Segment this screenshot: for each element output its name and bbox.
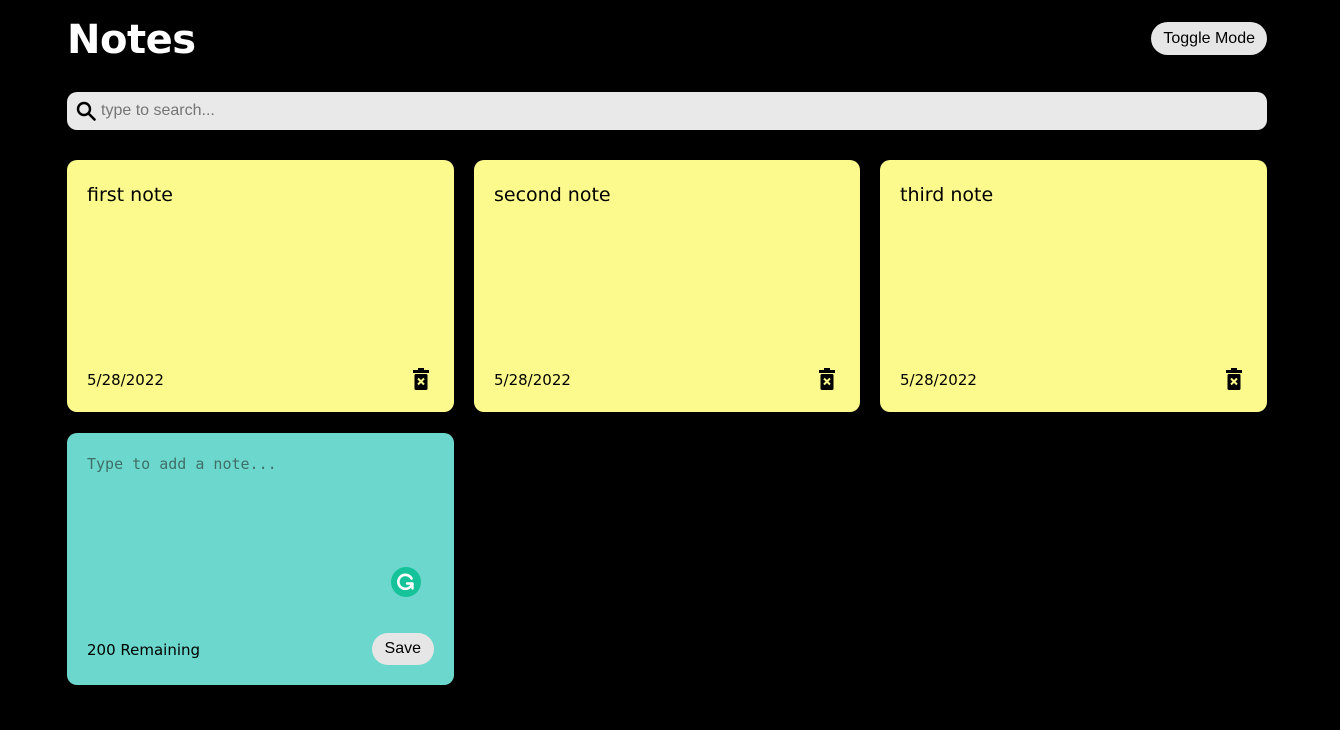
header: Notes Toggle Mode (67, 0, 1267, 80)
note-date: 5/28/2022 (900, 371, 977, 389)
note-text: second note (494, 184, 611, 206)
note-text: first note (87, 184, 173, 206)
note-date: 5/28/2022 (87, 371, 164, 389)
notes-list: first note 5/28/2022 second note 5/28/20… (67, 160, 1267, 685)
note-card: third note 5/28/2022 (880, 160, 1267, 412)
search-bar (67, 92, 1267, 130)
trash-icon[interactable] (819, 368, 835, 390)
note-card: second note 5/28/2022 (474, 160, 860, 412)
note-date: 5/28/2022 (494, 371, 571, 389)
save-button[interactable]: Save (371, 633, 434, 665)
page-title: Notes (67, 17, 196, 63)
trash-icon[interactable] (1226, 368, 1242, 390)
search-input[interactable] (101, 93, 1267, 129)
remaining-count: 200 Remaining (87, 641, 201, 659)
add-note-card: 200 Remaining Save (67, 433, 454, 685)
toggle-mode-button[interactable]: Toggle Mode (1151, 22, 1267, 55)
grammarly-icon[interactable] (391, 567, 421, 597)
note-card: first note 5/28/2022 (67, 160, 454, 412)
note-text: third note (900, 184, 994, 206)
new-note-textarea[interactable] (87, 453, 417, 613)
notes-app: Notes Toggle Mode first note 5/28/2022 (67, 0, 1267, 685)
search-icon (76, 101, 96, 121)
trash-icon[interactable] (413, 368, 429, 390)
